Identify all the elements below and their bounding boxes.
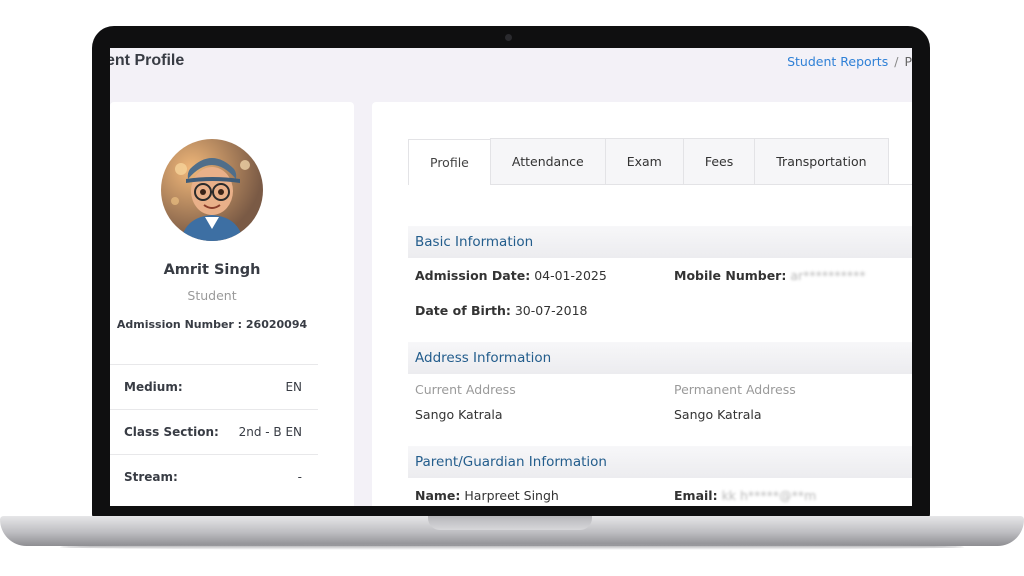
- laptop-mockup: ent Profile Student Reports / P Amrit Si…: [0, 0, 1024, 576]
- field-label: Name:: [415, 488, 461, 503]
- detail-row-class-section: Class Section: 2nd - B EN: [110, 409, 318, 454]
- tab-attendance[interactable]: Attendance: [489, 138, 606, 184]
- guardian-email-field: Email: kk h*****@**m: [674, 488, 816, 503]
- avatar: [161, 139, 263, 241]
- tab-exam[interactable]: Exam: [604, 138, 684, 184]
- admission-date-field: Admission Date: 04-01-2025: [415, 268, 607, 283]
- field-label: Mobile Number:: [674, 268, 787, 283]
- camera-icon: [505, 34, 512, 41]
- top-bar: ent Profile Student Reports / P: [110, 48, 912, 102]
- screen: ent Profile Student Reports / P Amrit Si…: [110, 48, 912, 506]
- detail-value: EN: [285, 380, 302, 394]
- laptop-notch: [428, 516, 592, 530]
- field-value: Harpreet Singh: [464, 488, 559, 503]
- field-value: 04-01-2025: [534, 268, 607, 283]
- current-address-label: Current Address: [415, 382, 516, 397]
- section-basic-information: Basic Information: [408, 226, 912, 258]
- mobile-number-field: Mobile Number: ar**********: [674, 268, 866, 283]
- breadcrumb-link-student-reports[interactable]: Student Reports: [787, 54, 888, 69]
- field-value-redacted: ar**********: [790, 268, 866, 283]
- student-details-list: Medium: EN Class Section: 2nd - B EN Str…: [110, 364, 318, 499]
- profile-details-card: Profile Attendance Exam Fees Transportat…: [372, 102, 912, 506]
- breadcrumb: Student Reports / P: [787, 54, 912, 69]
- field-label: Email:: [674, 488, 718, 503]
- student-role: Student: [187, 288, 237, 303]
- detail-value: -: [297, 470, 302, 484]
- tab-profile[interactable]: Profile: [408, 139, 491, 185]
- field-label: Admission Date:: [415, 268, 531, 283]
- detail-label: Medium:: [124, 380, 183, 394]
- detail-label: Stream:: [124, 470, 178, 484]
- date-of-birth-field: Date of Birth: 30-07-2018: [415, 303, 587, 318]
- section-address-information: Address Information: [408, 342, 912, 374]
- permanent-address-label: Permanent Address: [674, 382, 796, 397]
- section-guardian-information: Parent/Guardian Information: [408, 446, 912, 478]
- current-address-value: Sango Katrala: [415, 407, 503, 422]
- page-title: ent Profile: [110, 52, 185, 69]
- admission-number: Admission Number : 26020094: [116, 318, 308, 331]
- tab-bar: Profile Attendance Exam Fees Transportat…: [408, 138, 912, 185]
- detail-row-stream: Stream: -: [110, 454, 318, 499]
- laptop-shadow: [60, 544, 964, 550]
- tab-transportation[interactable]: Transportation: [754, 138, 889, 184]
- breadcrumb-separator: /: [894, 54, 899, 69]
- field-value-redacted: kk h*****@**m: [721, 488, 817, 503]
- student-name: Amrit Singh: [163, 262, 261, 278]
- breadcrumb-current: P: [904, 54, 912, 69]
- guardian-name-field: Name: Harpreet Singh: [415, 488, 559, 503]
- tab-fees[interactable]: Fees: [682, 138, 756, 184]
- detail-value: 2nd - B EN: [238, 425, 302, 439]
- profile-card: Amrit Singh Student Admission Number : 2…: [110, 102, 354, 506]
- avatar-illustration: [171, 158, 250, 241]
- field-value: 30-07-2018: [514, 303, 588, 318]
- field-label: Date of Birth:: [415, 303, 511, 318]
- detail-label: Class Section:: [124, 425, 219, 439]
- detail-row-medium: Medium: EN: [110, 364, 318, 409]
- permanent-address-value: Sango Katrala: [674, 407, 762, 422]
